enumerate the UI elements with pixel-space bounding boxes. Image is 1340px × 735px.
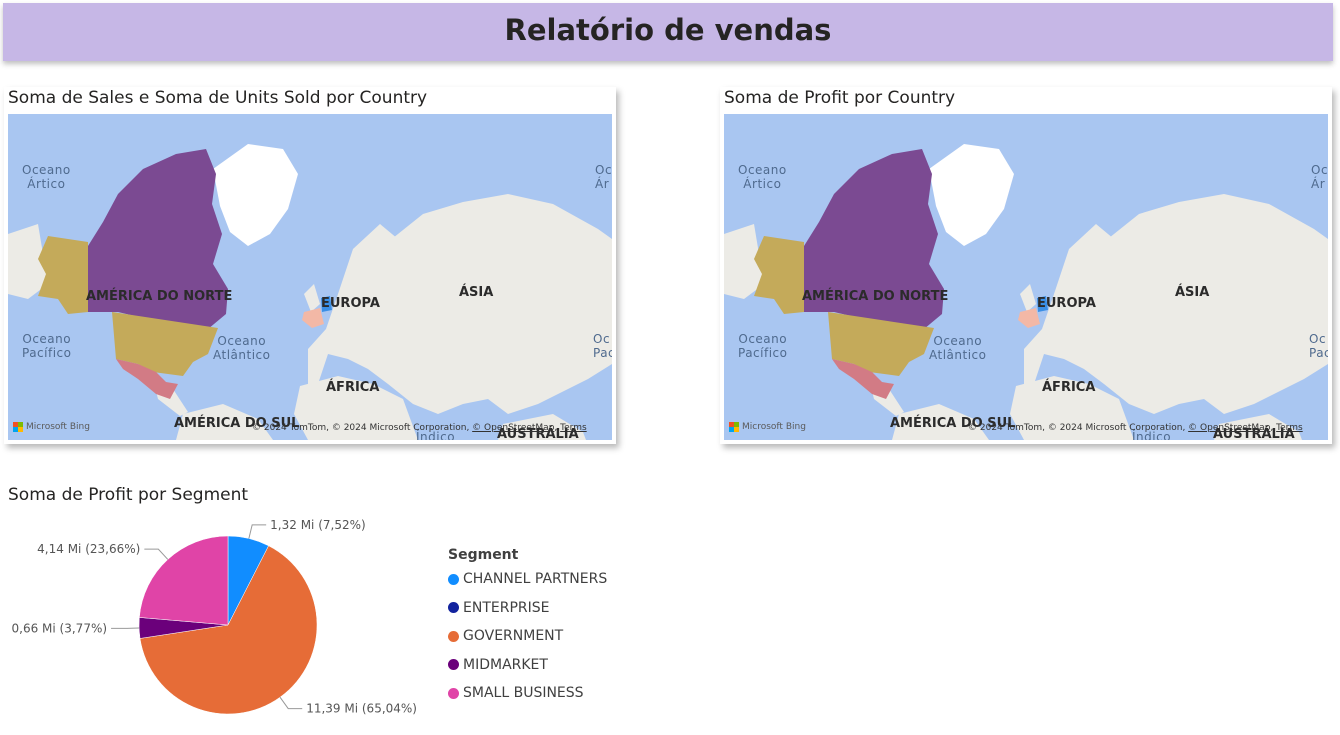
bing-attribution[interactable]: Microsoft Bing xyxy=(13,422,90,432)
ocean-label-pacific: OceanoPacífico xyxy=(738,332,787,360)
bing-logo-icon xyxy=(729,422,739,432)
data-label-leader-line xyxy=(144,549,167,559)
legend-label: ENTERPRISE xyxy=(463,600,549,616)
data-label: 4,14 Mi (23,66%) xyxy=(37,542,140,556)
ocean-label-pacific: OceanoPacífico xyxy=(22,332,71,360)
legend-marker xyxy=(448,602,459,613)
filled-map[interactable]: OceanoÁrtico OcÁr OceanoPacífico OceanoAtlâ… xyxy=(724,114,1328,440)
region-label-africa: ÁFRICA xyxy=(1042,380,1095,395)
legend-item-channel-partners[interactable]: CHANNEL PARTNERS xyxy=(448,571,607,587)
osm-link[interactable]: © OpenStreetMap xyxy=(472,423,554,433)
map-copyright: © 2024 TomTom, © 2024 Microsoft Corporat… xyxy=(968,423,1303,433)
region-label-north-america: AMÉRICA DO NORTE xyxy=(86,289,232,304)
data-label: 11,39 Mi (65,04%) xyxy=(306,702,417,716)
map-title: Soma de Profit por Country xyxy=(724,88,955,108)
data-label-leader-line xyxy=(249,525,266,539)
legend-marker xyxy=(448,574,459,585)
region-label-asia: ÁSIA xyxy=(459,285,493,300)
ocean-label-edge-bottom: OcPac xyxy=(1309,332,1328,360)
legend-marker xyxy=(448,659,459,670)
pie-chart-title: Soma de Profit por Segment xyxy=(8,485,248,505)
legend-item-small-business[interactable]: SMALL BUSINESS xyxy=(448,685,584,701)
report-title: Relatório de vendas xyxy=(3,13,1333,47)
legend-item-enterprise[interactable]: ENTERPRISE xyxy=(448,600,549,616)
osm-link[interactable]: © OpenStreetMap xyxy=(1188,423,1270,433)
region-label-europe: EUROPA xyxy=(321,296,380,311)
legend-label: MIDMARKET xyxy=(463,657,548,673)
bing-attribution[interactable]: Microsoft Bing xyxy=(729,422,806,432)
bing-brand-text: Microsoft Bing xyxy=(26,422,90,432)
region-label-asia: ÁSIA xyxy=(1175,285,1209,300)
world-map-shapes xyxy=(8,114,612,440)
ocean-label-arctic: OceanoÁrtico xyxy=(22,163,71,191)
legend-marker xyxy=(448,631,459,642)
terms-link[interactable]: Terms xyxy=(1276,423,1303,433)
map-title: Soma de Sales e Soma de Units Sold por C… xyxy=(8,88,427,108)
legend-marker xyxy=(448,688,459,699)
map-visual-sales-units[interactable]: Soma de Sales e Soma de Units Sold por C… xyxy=(4,87,616,444)
ocean-label-atlantic: OceanoAtlântico xyxy=(929,334,986,362)
data-label: 1,32 Mi (7,52%) xyxy=(270,518,366,532)
region-label-europe: EUROPA xyxy=(1037,296,1096,311)
legend-label: CHANNEL PARTNERS xyxy=(463,571,607,587)
region-label-north-america: AMÉRICA DO NORTE xyxy=(802,289,948,304)
world-map-shapes xyxy=(724,114,1328,440)
legend-item-midmarket[interactable]: MIDMARKET xyxy=(448,657,548,673)
map-copyright: © 2024 TomTom, © 2024 Microsoft Corporat… xyxy=(252,423,587,433)
map-visual-profit[interactable]: Soma de Profit por Country OceanoÁrticoO… xyxy=(720,87,1332,444)
report-header: Relatório de vendas xyxy=(3,3,1333,61)
ocean-label-arctic: OceanoÁrtico xyxy=(738,163,787,191)
data-label: 0,66 Mi (3,77%) xyxy=(12,621,108,635)
legend-item-government[interactable]: GOVERNMENT xyxy=(448,628,563,644)
ocean-label-edge-bottom: OcPac xyxy=(593,332,612,360)
bing-brand-text: Microsoft Bing xyxy=(742,422,806,432)
terms-link[interactable]: Terms xyxy=(560,423,587,433)
filled-map[interactable]: OceanoÁrtico OcÁr OceanoPacífico OceanoAtlâ… xyxy=(8,114,612,440)
ocean-label-edge-top: OcÁr xyxy=(595,163,612,191)
region-label-africa: ÁFRICA xyxy=(326,380,379,395)
ocean-label-atlantic: OceanoAtlântico xyxy=(213,334,270,362)
ocean-label-edge-top: OcÁr xyxy=(1311,163,1328,191)
legend-title: Segment xyxy=(448,547,518,563)
data-label-leader-line xyxy=(280,697,302,708)
legend-label: SMALL BUSINESS xyxy=(463,685,584,701)
bing-logo-icon xyxy=(13,422,23,432)
legend-label: GOVERNMENT xyxy=(463,628,563,644)
